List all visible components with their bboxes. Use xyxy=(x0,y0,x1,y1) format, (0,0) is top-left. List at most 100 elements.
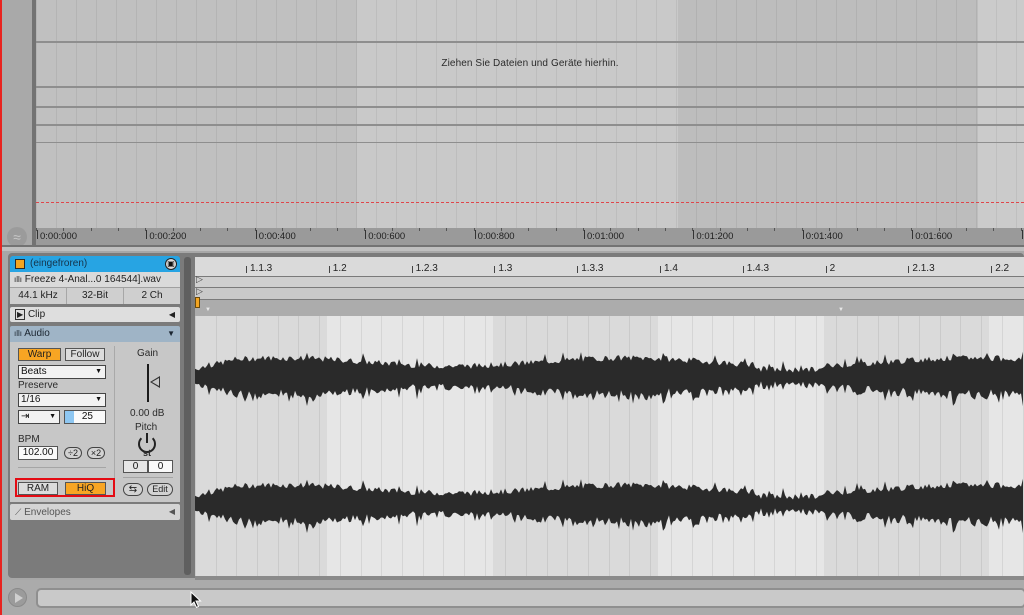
start-marker-icon[interactable]: ▷ xyxy=(196,274,203,285)
ruler-tick xyxy=(446,228,448,231)
preserve-select[interactable]: 1/16 ▼ xyxy=(18,393,106,407)
envelopes-section-header[interactable]: ⟋ Envelopes ◀ xyxy=(10,504,180,520)
view-splitter[interactable] xyxy=(2,245,1024,251)
waveform-display[interactable] xyxy=(195,316,1024,577)
reverse-button[interactable]: ⇆ xyxy=(123,483,143,496)
column-divider xyxy=(114,346,115,496)
gain-slider[interactable] xyxy=(147,364,149,402)
waveform-right-channel xyxy=(195,478,1023,534)
gain-slider-handle[interactable] xyxy=(150,376,160,388)
warp-marker-icon[interactable] xyxy=(195,297,200,308)
follow-button[interactable]: Follow xyxy=(65,348,105,361)
transient-envelope-field[interactable]: 25 xyxy=(64,410,106,424)
ruler-tick xyxy=(692,228,694,231)
beat-ruler-label: 2 xyxy=(825,263,836,274)
preview-play-icon[interactable] xyxy=(8,588,27,607)
sample-rate: 44.1 kHz xyxy=(10,288,67,304)
pitch-unit-label: st xyxy=(143,448,152,458)
clip-section-header[interactable]: ▶ Clip ◀ xyxy=(10,307,180,322)
audio-section-header[interactable]: ıllı Audio ▼ xyxy=(10,326,180,342)
grid-line xyxy=(716,0,717,228)
half-tempo-button[interactable]: ÷2 xyxy=(64,447,82,459)
grid-line xyxy=(836,0,837,228)
waveform-toggle-icon[interactable]: ≈ xyxy=(7,227,27,247)
beat-ruler-label: 1.2 xyxy=(328,263,347,274)
grid-line xyxy=(296,0,297,228)
grid-line xyxy=(336,0,337,228)
panel-scrollbar[interactable] xyxy=(184,257,191,575)
sample-editor[interactable]: 1.1.3 1.2 1.2.3 1.3 1.3.3 1.4 1.4.3 2 2.1.3 2.2 ▷… xyxy=(195,257,1024,577)
time-ruler-label: 0:01:200 xyxy=(693,230,734,242)
transient-loop-mode-select[interactable]: ⇥ ▼ xyxy=(18,410,60,424)
grid-line xyxy=(616,0,617,228)
loop-mode-icon: ⇥ xyxy=(21,411,30,422)
grid-line xyxy=(276,0,277,228)
beat-ruler-label: 1.1.3 xyxy=(245,263,273,274)
grid-line xyxy=(756,0,757,228)
time-ruler-label: 0:01:000 xyxy=(584,230,624,242)
grid-line xyxy=(196,0,197,228)
audio-section-icon: ıllı xyxy=(14,329,22,338)
clip-name[interactable]: (eingefroren) xyxy=(30,256,87,272)
edit-button[interactable]: Edit xyxy=(147,483,173,496)
grid-line xyxy=(636,0,637,228)
ruler-tick xyxy=(747,228,749,231)
grid-line xyxy=(116,0,117,228)
warp-marker-lane[interactable] xyxy=(195,300,1024,316)
waveform-icon: ıllı xyxy=(14,275,22,284)
start-marker-lane[interactable] xyxy=(195,276,1024,288)
ruler-tick xyxy=(36,228,37,231)
ruler-tick xyxy=(583,228,584,231)
grid-line xyxy=(916,0,917,228)
track-divider xyxy=(36,86,1024,88)
beat-ruler[interactable]: 1.1.3 1.2 1.2.3 1.3 1.3.3 1.4 1.4.3 2 2.1.3 2.2 xyxy=(195,257,1024,276)
loop-marker-lane[interactable] xyxy=(195,288,1024,300)
ruler-tick xyxy=(555,228,557,231)
ruler-tick xyxy=(500,228,502,231)
grid-line xyxy=(316,0,317,228)
beat-ruler-label: 1.4.3 xyxy=(742,263,770,274)
preserve-value: 1/16 xyxy=(21,394,41,405)
overview-bar[interactable] xyxy=(36,588,1024,608)
ruler-tick xyxy=(90,228,92,231)
drop-hint-text: Ziehen Sie Dateien und Geräte hierhin. xyxy=(441,58,619,69)
loop-start-icon[interactable]: ▷ xyxy=(196,286,203,297)
bar-shade xyxy=(678,0,978,228)
master-track-dashed-line xyxy=(36,202,1024,203)
collapse-icon[interactable]: ◀ xyxy=(169,504,175,520)
mouse-cursor-icon xyxy=(190,591,202,609)
audio-section-label: Audio xyxy=(24,328,50,339)
track-divider xyxy=(36,106,1024,108)
grid-line xyxy=(676,0,677,228)
time-ruler-label: 0:00:000 xyxy=(37,230,77,242)
grid-line xyxy=(156,0,157,228)
grid-line xyxy=(456,0,457,228)
track-divider xyxy=(36,124,1024,126)
grid-line xyxy=(1016,0,1017,228)
ruler-tick xyxy=(528,228,530,231)
collapse-icon[interactable]: ◀ xyxy=(169,307,175,322)
transient-marker-icon: ▼ xyxy=(838,307,844,313)
double-tempo-button[interactable]: ×2 xyxy=(87,447,105,459)
beat-ruler-label: 1.2.3 xyxy=(411,263,438,274)
time-ruler-label: 0:01:400 xyxy=(802,230,843,242)
preserve-highlight-box xyxy=(15,478,115,497)
warp-button[interactable]: Warp xyxy=(18,348,61,361)
pitch-cents-field[interactable]: 0 xyxy=(148,460,173,473)
clip-color-swatch[interactable] xyxy=(15,259,25,269)
pitch-semitones-field[interactable]: 0 xyxy=(123,460,148,473)
beat-ruler-label: 1.4 xyxy=(660,263,678,274)
bar-shade xyxy=(357,0,678,228)
ruler-tick xyxy=(993,228,995,231)
arrangement-drop-area[interactable]: Ziehen Sie Dateien und Geräte hierhin. xyxy=(36,0,1024,228)
grid-line xyxy=(576,0,577,228)
warp-mode-select[interactable]: Beats ▼ xyxy=(18,365,106,379)
time-ruler[interactable]: 0:00:000 0:00:200 0:00:400 0:00:600 0:00:800… xyxy=(36,228,1024,245)
bpm-field[interactable]: 102.00 xyxy=(18,446,58,460)
grid-line xyxy=(816,0,817,228)
clip-title-bar[interactable]: (eingefroren) ▣ xyxy=(10,256,180,272)
save-icon[interactable]: ▣ xyxy=(165,258,177,270)
preserve-label: Preserve xyxy=(18,380,59,391)
expand-icon[interactable]: ▼ xyxy=(167,326,175,342)
ruler-tick xyxy=(965,228,967,231)
